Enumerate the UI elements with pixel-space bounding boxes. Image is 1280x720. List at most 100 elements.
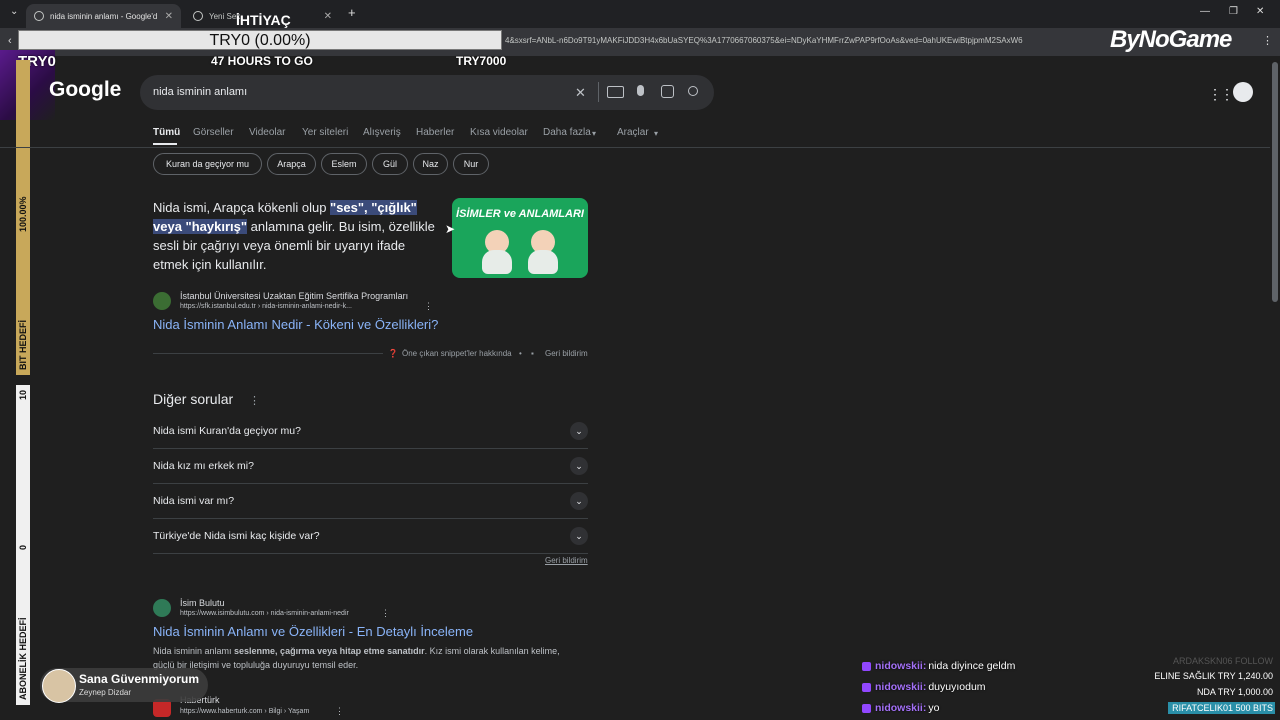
lens-icon[interactable] xyxy=(661,85,674,98)
bynogame-logo: ByNoGame xyxy=(1110,26,1232,53)
chevron-down-icon: ⌄ xyxy=(570,492,588,510)
sub-goal-top: 10 xyxy=(18,389,28,400)
source-url[interactable]: https://sfk.istanbul.edu.tr › nida-ismin… xyxy=(180,303,352,310)
globe-icon xyxy=(193,11,203,21)
snippets-about-link[interactable]: Öne çıkan snippet'ler hakkında xyxy=(402,349,512,358)
bit-goal-percent: 100.00% xyxy=(18,196,28,232)
paa-question[interactable]: Türkiye'de Nida ismi kaç kişide var? ⌄ xyxy=(153,519,588,554)
google-logo[interactable]: Google xyxy=(49,78,121,102)
more-options-icon[interactable]: ⋮ xyxy=(381,608,390,619)
result-description: Nida isminin anlamı seslenme, çağırma ve… xyxy=(153,646,560,670)
feedback-link[interactable]: Geri bildirim xyxy=(545,349,588,358)
chat-message: nidowskii: yo xyxy=(862,702,939,714)
paa-title: Diğer sorular xyxy=(153,391,234,407)
paa-feedback-link[interactable]: Geri bildirim xyxy=(545,556,588,565)
microphone-icon[interactable] xyxy=(637,85,644,96)
minimize-icon[interactable]: — xyxy=(1200,6,1210,17)
album-art xyxy=(42,669,76,703)
chevron-down-icon: ▾ xyxy=(654,129,659,138)
menu-icon[interactable]: ⋮ xyxy=(1262,34,1273,47)
chevron-down-icon: ⌄ xyxy=(570,422,588,440)
header-divider xyxy=(0,147,1270,148)
istanbul-university-favicon-icon xyxy=(153,292,171,310)
dot-separator: • xyxy=(519,349,522,358)
song-artist: Zeynep Dizdar xyxy=(79,688,132,697)
close-icon[interactable]: ✕ xyxy=(324,11,332,22)
result-link[interactable]: Nida İsminin Anlamı Nedir - Kökeni ve Öz… xyxy=(153,317,438,332)
chip-eslem[interactable]: Eslem xyxy=(321,153,367,175)
tab-places[interactable]: Yer siteleri xyxy=(302,127,348,138)
scrollbar-thumb[interactable] xyxy=(1272,62,1278,302)
paa-question[interactable]: Nida ismi Kuran'da geçiyor mu? ⌄ xyxy=(153,414,588,449)
more-options-icon[interactable]: ⋮ xyxy=(335,706,344,717)
bit-goal-label: BIT HEDEFİ xyxy=(18,319,28,370)
search-icon[interactable] xyxy=(688,86,698,96)
goal-target: TRY7000 xyxy=(456,54,507,68)
tab-videos[interactable]: Videolar xyxy=(249,127,286,138)
close-icon[interactable]: ✕ xyxy=(165,11,173,22)
tab-images[interactable]: Görseller xyxy=(193,127,234,138)
feedback-icon[interactable]: ▪ xyxy=(531,349,534,358)
maximize-icon[interactable]: ❐ xyxy=(1229,6,1238,17)
featured-snippet-text: Nida ismi, Arapça kökenli olup "ses", "ç… xyxy=(153,200,435,272)
tab-shopping[interactable]: Alışveriş xyxy=(363,127,401,138)
twitch-icon xyxy=(862,661,871,671)
google-favicon-icon xyxy=(34,11,44,21)
active-tab-indicator xyxy=(153,143,177,145)
twitch-icon xyxy=(862,682,871,692)
source-url[interactable]: https://www.isimbulutu.com › nida-ismini… xyxy=(180,610,349,617)
chip-nur[interactable]: Nur xyxy=(453,153,489,175)
isimbulutu-favicon-icon xyxy=(153,599,171,617)
avatar[interactable] xyxy=(1233,82,1253,102)
clear-icon[interactable]: ✕ xyxy=(575,85,586,101)
recent-follow: ARDAKSKN06 FOLLOW xyxy=(1172,656,1273,666)
goal-hours: 47 HOURS TO GO xyxy=(211,54,313,68)
baby-body xyxy=(528,250,558,274)
snippet-image-title: İSİMLER ve ANLAMLARI xyxy=(456,208,584,220)
recent-donation: ELINE SAĞLIK TRY 1,240.00 xyxy=(1154,671,1273,681)
song-title: Sana Güvenmiyorum xyxy=(79,672,200,686)
tab-more[interactable]: Daha fazla xyxy=(543,127,591,138)
chip-kuran[interactable]: Kuran da geçiyor mu xyxy=(153,153,262,175)
tab-news[interactable]: Haberler xyxy=(416,127,454,138)
goal-title: İHTİYAÇ xyxy=(236,12,291,28)
tab-tools[interactable]: Araçlar xyxy=(617,127,649,138)
search-input[interactable]: nida isminin anlamı xyxy=(153,86,247,98)
source-name: İsim Bulutu xyxy=(180,598,225,608)
twitch-icon xyxy=(862,703,871,713)
paa-question[interactable]: Nida ismi var mı? ⌄ xyxy=(153,484,588,519)
recent-bits: RIFATCELIK01 500 BITS xyxy=(1168,702,1275,714)
tab-all[interactable]: Tümü xyxy=(153,127,180,138)
new-tab-button[interactable]: + xyxy=(348,5,356,20)
chip-naz[interactable]: Naz xyxy=(413,153,448,175)
keyboard-icon[interactable] xyxy=(607,86,624,98)
recent-donation: NDA TRY 1,000.00 xyxy=(1196,687,1273,697)
source-url[interactable]: https://www.haberturk.com › Bilgi › Yaşa… xyxy=(180,708,309,715)
more-options-icon[interactable]: ⋮ xyxy=(249,394,260,407)
baby-body xyxy=(482,250,512,274)
tab-google[interactable]: nida isminin anlamı - Google'd ✕ xyxy=(26,4,181,28)
url-field[interactable]: 4&sxsrf=ANbL-n6Do9T91yMAKFiJDD3H4x6bUaSY… xyxy=(505,36,1023,45)
source-name: İstanbul Üniversitesi Uzaktan Eğitim Ser… xyxy=(180,291,409,301)
tab-short-videos[interactable]: Kısa videolar xyxy=(470,127,528,138)
chevron-down-icon: ⌄ xyxy=(570,457,588,475)
goal-progress: TRY0 (0.00%) xyxy=(18,30,502,50)
more-options-icon[interactable]: ⋮ xyxy=(424,301,433,312)
chevron-down-icon: ▾ xyxy=(592,129,597,138)
tab-search-icon[interactable]: ⌄ xyxy=(10,6,18,17)
mouse-cursor: ➤ xyxy=(445,222,456,236)
help-icon[interactable]: ❓ xyxy=(388,349,398,358)
back-icon[interactable]: ‹ xyxy=(8,35,12,47)
paa-question[interactable]: Nida kız mı erkek mi? ⌄ xyxy=(153,449,588,484)
sub-goal-mid: 0 xyxy=(18,544,28,550)
window-close-icon[interactable]: ✕ xyxy=(1256,6,1264,17)
chevron-down-icon: ⌄ xyxy=(570,527,588,545)
chat-message: nidowskii: nida diyince geldm xyxy=(862,660,1015,672)
snippet-image[interactable]: İSİMLER ve ANLAMLARI xyxy=(452,198,588,278)
sub-goal-label: ABONELİK HEDEFİ xyxy=(18,617,28,700)
chip-gul[interactable]: Gül xyxy=(372,153,408,175)
chat-message: nidowskii: duyuyıodum xyxy=(862,681,986,693)
chip-arapca[interactable]: Arapça xyxy=(267,153,316,175)
result-link[interactable]: Nida İsminin Anlamı ve Özellikleri - En … xyxy=(153,624,473,639)
search-divider xyxy=(598,82,599,102)
